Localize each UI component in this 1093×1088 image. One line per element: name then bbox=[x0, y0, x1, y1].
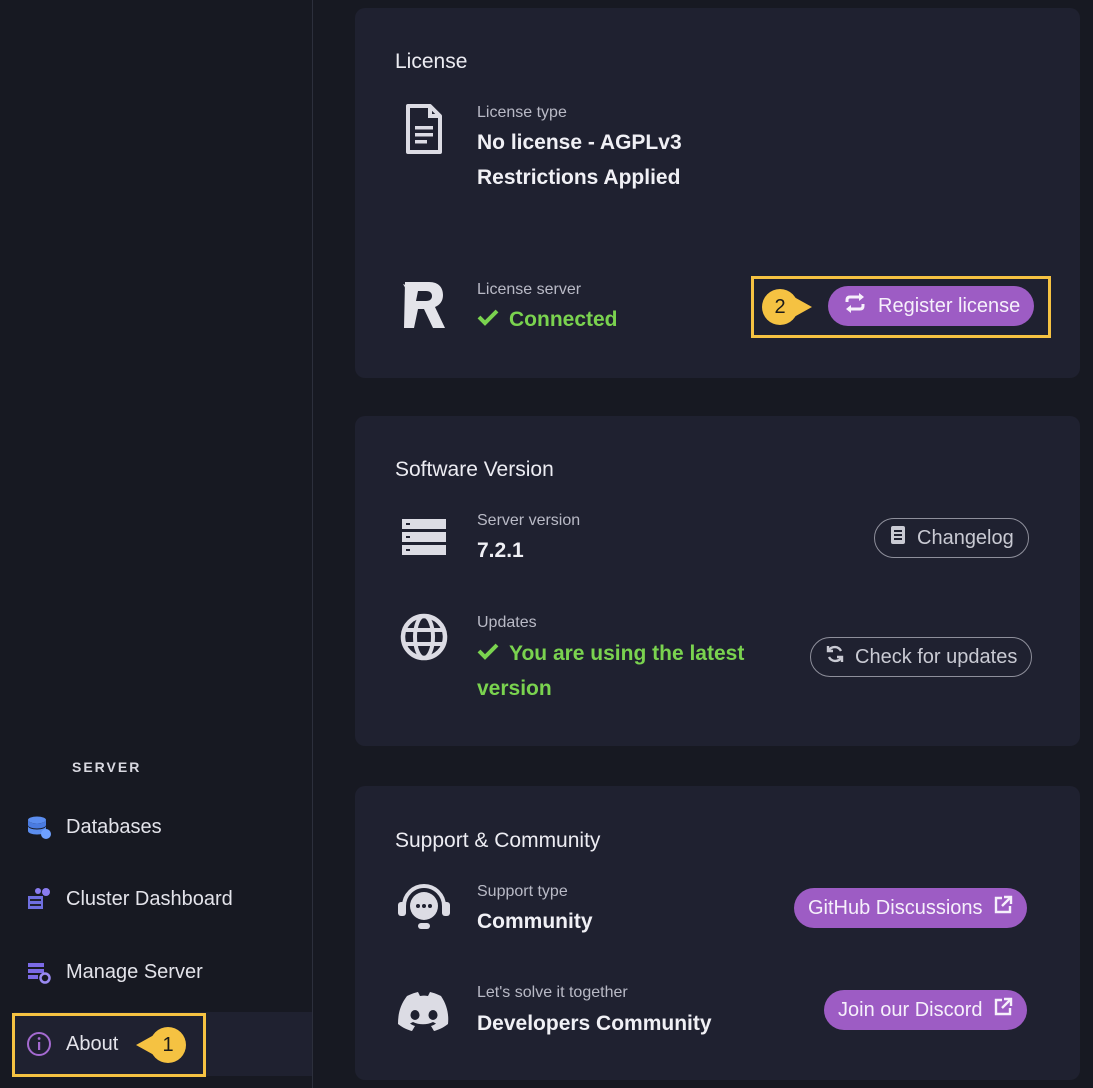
sidebar: SERVER Databases Cluster Dashboard Manag… bbox=[0, 0, 313, 1088]
sync-icon bbox=[825, 644, 845, 670]
external-link-icon bbox=[993, 895, 1013, 921]
manage-server-icon bbox=[26, 959, 52, 985]
sidebar-item-manage-server[interactable]: Manage Server bbox=[14, 940, 312, 1004]
check-for-updates-button[interactable]: Check for updates bbox=[810, 637, 1033, 677]
support-type-label: Support type bbox=[477, 883, 568, 900]
support-type-value: Community bbox=[477, 910, 593, 933]
updates-status-line1: You are using the latest bbox=[477, 636, 744, 671]
updates-label: Updates bbox=[477, 614, 537, 631]
cluster-dashboard-icon bbox=[26, 886, 52, 912]
info-icon bbox=[26, 1031, 52, 1057]
server-icon bbox=[395, 508, 453, 566]
refresh-icon bbox=[842, 292, 868, 320]
database-icon bbox=[26, 814, 52, 840]
support-community-card: Support & Community Support type Communi… bbox=[355, 786, 1080, 1080]
license-type-value-line2: Restrictions Applied bbox=[477, 166, 681, 189]
external-link-icon bbox=[993, 997, 1013, 1023]
register-license-button[interactable]: Register license bbox=[828, 286, 1035, 326]
sidebar-item-label: About bbox=[66, 1032, 119, 1055]
discord-icon bbox=[395, 984, 453, 1042]
changelog-icon bbox=[889, 525, 907, 551]
license-card: License License type No license - AGPLv3… bbox=[355, 8, 1080, 378]
sidebar-item-cluster-dashboard[interactable]: Cluster Dashboard bbox=[14, 867, 312, 931]
globe-icon bbox=[395, 608, 453, 666]
updates-value-line1: You are using the latest bbox=[509, 642, 745, 665]
join-discord-button[interactable]: Join our Discord bbox=[824, 990, 1027, 1030]
software-version-title: Software Version bbox=[395, 458, 554, 481]
license-title: License bbox=[395, 50, 468, 73]
callout-marker-2: 2 bbox=[762, 289, 812, 325]
github-discussions-button[interactable]: GitHub Discussions bbox=[794, 888, 1027, 928]
support-community-title: Support & Community bbox=[395, 829, 601, 852]
sidebar-item-label: Manage Server bbox=[66, 960, 203, 983]
server-version-label: Server version bbox=[477, 512, 581, 529]
join-discord-label: Join our Discord bbox=[838, 998, 983, 1021]
license-server-value: Connected bbox=[509, 308, 618, 331]
register-license-label: Register license bbox=[878, 294, 1021, 317]
changelog-button[interactable]: Changelog bbox=[874, 518, 1029, 558]
server-version-value: 7.2.1 bbox=[477, 539, 524, 562]
github-discussions-label: GitHub Discussions bbox=[808, 896, 983, 919]
check-icon bbox=[477, 636, 499, 671]
document-icon bbox=[395, 100, 453, 158]
callout-marker-1: 1 bbox=[136, 1027, 186, 1063]
ravendb-logo-icon bbox=[395, 276, 453, 334]
support-agent-icon bbox=[395, 878, 453, 936]
check-for-updates-label: Check for updates bbox=[855, 645, 1018, 668]
software-version-card: Software Version Server version 7.2.1 Ch… bbox=[355, 416, 1080, 746]
sidebar-section-label: SERVER bbox=[72, 759, 142, 775]
sidebar-item-label: Cluster Dashboard bbox=[66, 887, 233, 910]
license-type-label: License type bbox=[477, 104, 567, 121]
discord-label: Let's solve it together bbox=[477, 984, 628, 1001]
license-type-value-line1: No license - AGPLv3 bbox=[477, 131, 682, 154]
license-server-status: Connected bbox=[477, 302, 618, 337]
changelog-label: Changelog bbox=[917, 526, 1014, 549]
sidebar-item-databases[interactable]: Databases bbox=[14, 795, 312, 859]
discord-value: Developers Community bbox=[477, 1012, 712, 1035]
sidebar-item-label: Databases bbox=[66, 815, 162, 838]
check-icon bbox=[477, 302, 499, 337]
license-server-label: License server bbox=[477, 281, 582, 298]
updates-value-line2: version bbox=[477, 677, 552, 700]
